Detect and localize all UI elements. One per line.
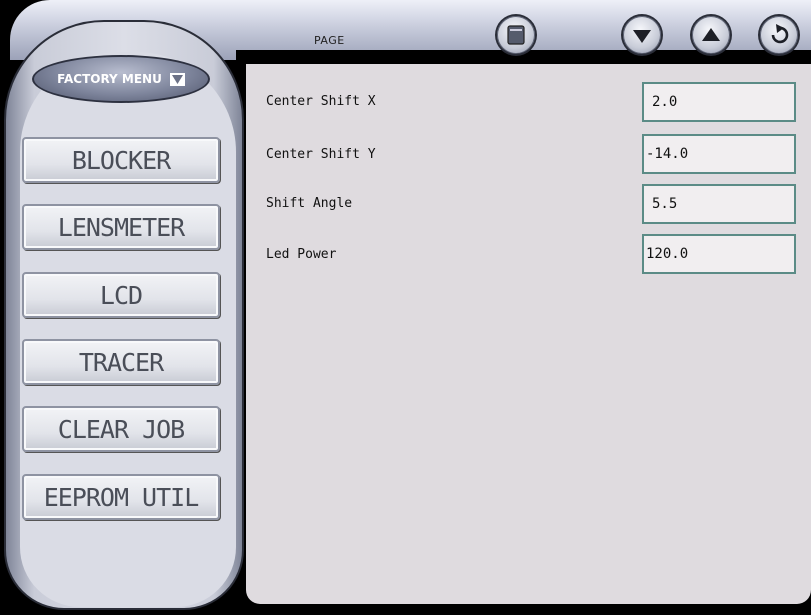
sidebar-item-eeprom-util[interactable]: EEPROM UTIL bbox=[22, 474, 220, 520]
screen: PAGE FACTORY MENU BLOCKER LENSMETER LCD … bbox=[0, 0, 811, 615]
field-led-power[interactable]: 120.0 bbox=[642, 234, 796, 274]
scroll-up-button[interactable] bbox=[692, 16, 730, 54]
field-label-led-power: Led Power bbox=[266, 247, 337, 262]
triangle-down-icon bbox=[169, 72, 185, 86]
page-label: PAGE bbox=[314, 34, 345, 47]
return-icon bbox=[771, 24, 789, 44]
factory-menu-button[interactable]: FACTORY MENU bbox=[32, 55, 210, 103]
settings-panel: Center Shift X 2.0 Center Shift Y -14.0 … bbox=[246, 64, 811, 604]
page-icon bbox=[507, 25, 525, 45]
field-label-center-shift-y: Center Shift Y bbox=[266, 147, 376, 162]
return-button[interactable] bbox=[760, 16, 798, 54]
field-center-shift-x[interactable]: 2.0 bbox=[642, 82, 796, 122]
field-shift-angle[interactable]: 5.5 bbox=[642, 184, 796, 224]
field-label-center-shift-x: Center Shift X bbox=[266, 94, 376, 109]
scroll-down-button[interactable] bbox=[623, 16, 661, 54]
arrow-down-icon bbox=[633, 30, 651, 43]
page-button[interactable] bbox=[497, 16, 535, 54]
sidebar-item-tracer[interactable]: TRACER bbox=[22, 339, 220, 385]
field-center-shift-y[interactable]: -14.0 bbox=[642, 134, 796, 174]
sidebar-item-clear-job[interactable]: CLEAR JOB bbox=[22, 406, 220, 452]
arrow-up-icon bbox=[702, 28, 720, 41]
field-label-shift-angle: Shift Angle bbox=[266, 196, 353, 211]
sidebar-item-blocker[interactable]: BLOCKER bbox=[22, 137, 220, 183]
sidebar-item-lcd[interactable]: LCD bbox=[22, 272, 220, 318]
sidebar-inner bbox=[20, 52, 236, 607]
sidebar-item-lensmeter[interactable]: LENSMETER bbox=[22, 204, 220, 250]
factory-menu-label: FACTORY MENU bbox=[57, 72, 162, 86]
